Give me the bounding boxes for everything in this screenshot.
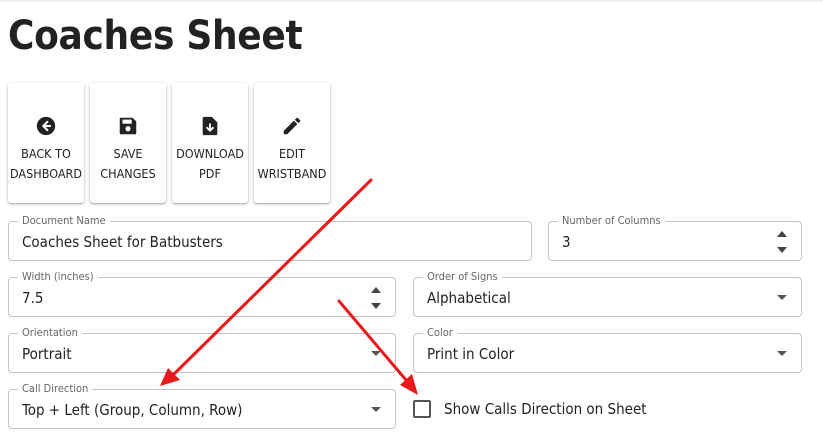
edit-wristband-label: EDIT WRISTBAND [257, 146, 327, 181]
annotation-arrows [160, 178, 418, 395]
arrow-head-show-calls-checkbox [400, 374, 418, 395]
increment-icon[interactable] [371, 287, 381, 293]
show-calls-direction-row[interactable]: Show Calls Direction on Sheet [413, 399, 647, 419]
call-direction-label: Call Direction [18, 382, 93, 396]
document-name-field[interactable]: Document Name Coaches Sheet for Batbuste… [8, 214, 532, 261]
decrement-icon[interactable] [777, 247, 787, 253]
chevron-down-icon [371, 407, 381, 412]
orientation-select[interactable]: Orientation Portrait [8, 326, 396, 373]
chevron-down-icon [777, 295, 787, 300]
page-title: Coaches Sheet [8, 13, 303, 59]
number-of-columns-value: 3 [562, 233, 571, 251]
chevron-down-icon [371, 351, 381, 356]
color-select[interactable]: Color Print in Color [413, 326, 802, 373]
order-of-signs-label: Order of Signs [423, 270, 502, 284]
edit-wristband-button[interactable]: EDIT WRISTBAND [254, 83, 330, 203]
download-pdf-label: DOWNLOAD PDF [176, 146, 244, 181]
back-to-dashboard-button[interactable]: BACK TO DASHBOARD [8, 83, 84, 203]
document-name-value: Coaches Sheet for Batbusters [22, 233, 223, 251]
orientation-label: Orientation [18, 326, 82, 340]
top-divider [0, 0, 823, 2]
download-pdf-button[interactable]: DOWNLOAD PDF [172, 83, 248, 203]
order-of-signs-value: Alphabetical [427, 289, 511, 307]
back-to-dashboard-label: BACK TO DASHBOARD [9, 146, 83, 181]
save-changes-button[interactable]: SAVE CHANGES [90, 83, 166, 203]
save-icon [119, 117, 137, 135]
document-name-label: Document Name [18, 214, 110, 228]
call-direction-value: Top + Left (Group, Column, Row) [22, 401, 243, 419]
order-of-signs-select[interactable]: Order of Signs Alphabetical [413, 270, 802, 317]
decrement-icon[interactable] [371, 303, 381, 309]
orientation-value: Portrait [22, 345, 72, 363]
increment-icon[interactable] [777, 231, 787, 237]
number-of-columns-label: Number of Columns [558, 214, 665, 228]
show-calls-direction-label: Show Calls Direction on Sheet [444, 400, 647, 418]
call-direction-select[interactable]: Call Direction Top + Left (Group, Column… [8, 382, 396, 429]
show-calls-direction-checkbox[interactable] [413, 400, 431, 418]
number-of-columns-field[interactable]: Number of Columns 3 [548, 214, 802, 261]
width-inches-stepper[interactable] [371, 284, 381, 312]
chevron-down-icon [777, 351, 787, 356]
file-download-icon [202, 116, 218, 136]
save-changes-label: SAVE CHANGES [100, 146, 156, 181]
arrow-left-circle-icon [36, 116, 56, 136]
width-inches-value: 7.5 [22, 289, 44, 307]
width-inches-label: Width (inches) [18, 270, 98, 284]
width-inches-field[interactable]: Width (inches) 7.5 [8, 270, 396, 317]
color-label: Color [423, 326, 457, 340]
pencil-icon [283, 117, 301, 135]
number-of-columns-stepper[interactable] [777, 228, 787, 256]
color-value: Print in Color [427, 345, 515, 363]
